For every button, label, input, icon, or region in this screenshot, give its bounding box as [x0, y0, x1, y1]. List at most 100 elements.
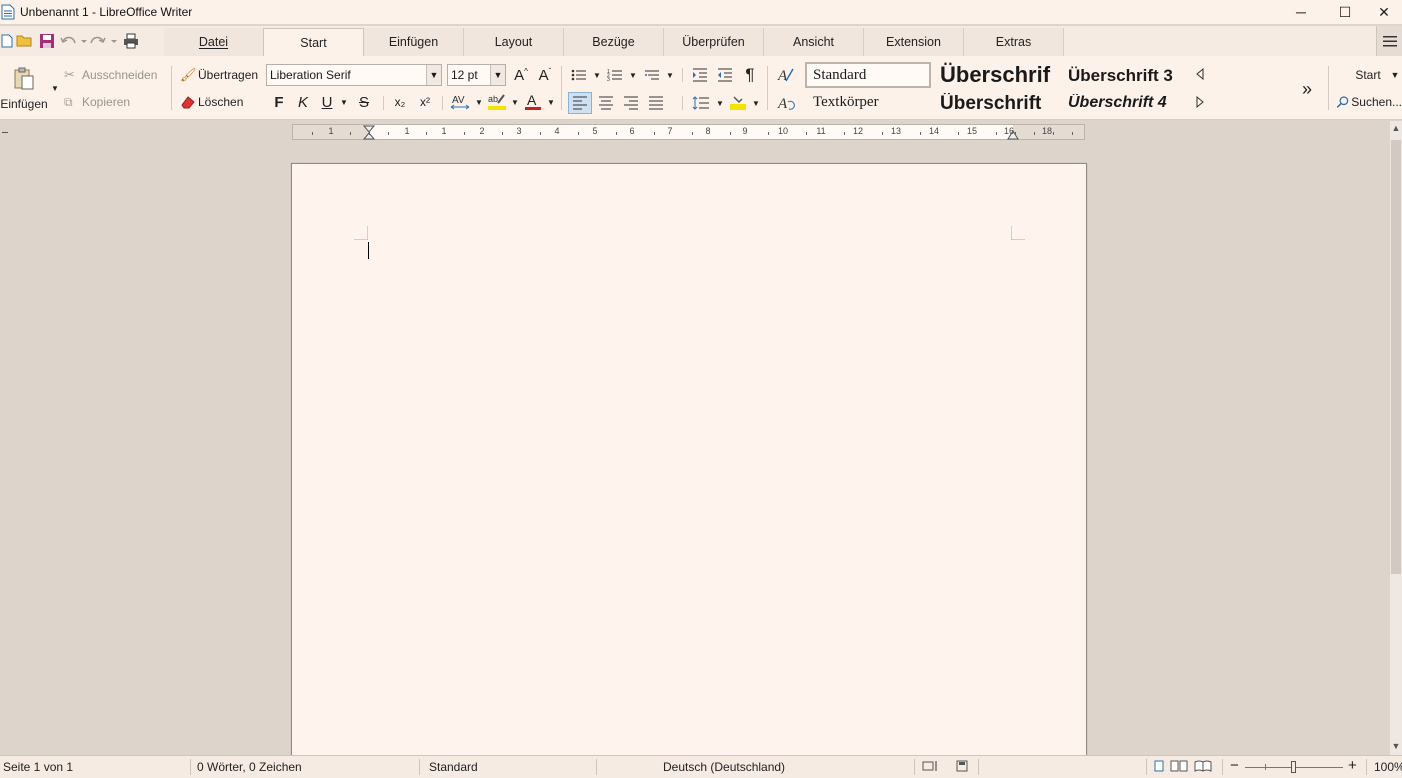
update-style-button[interactable]: A [774, 92, 798, 114]
numbered-list-dropdown[interactable]: ▼ [627, 67, 639, 83]
tab-start[interactable]: Start [263, 28, 364, 57]
more-options-button[interactable]: » [1296, 78, 1318, 100]
copy-button[interactable]: ⧉ Kopieren [64, 92, 164, 112]
numbered-list-button[interactable]: 123 [604, 65, 626, 85]
paste-dropdown[interactable]: ▼ [49, 82, 61, 94]
font-color-button[interactable]: A [522, 92, 544, 112]
font-name-dropdown[interactable]: ▼ [426, 65, 441, 85]
tab-bezuege[interactable]: Bezüge [564, 28, 664, 56]
bullet-list-dropdown[interactable]: ▼ [591, 67, 603, 83]
style-standard[interactable]: Standard [805, 62, 931, 88]
save-button[interactable] [36, 30, 58, 52]
close-button[interactable]: ✕ [1366, 0, 1402, 24]
new-document-button[interactable] [0, 30, 14, 52]
paste-button[interactable] [12, 66, 36, 92]
set-paragraph-style-button[interactable]: A [774, 64, 798, 86]
single-page-view-icon[interactable] [1154, 760, 1164, 772]
ruler-tick [1015, 132, 1016, 135]
style-heading-4[interactable]: Überschrift 4 [1068, 94, 1192, 116]
font-size-dropdown[interactable]: ▼ [490, 65, 505, 85]
ruler-number: 1 [404, 126, 410, 136]
align-left-button[interactable] [568, 92, 592, 114]
decrease-indent-button[interactable] [714, 65, 736, 85]
underline-button[interactable]: U [318, 92, 336, 112]
outline-list-button[interactable] [641, 65, 663, 85]
start-menu-dropdown[interactable]: ▼ [1389, 67, 1401, 83]
zoom-out-button[interactable]: − [1230, 757, 1239, 774]
tab-ueberpruefen[interactable]: Überprüfen [664, 28, 764, 56]
tab-label: Layout [494, 35, 533, 49]
outline-list-dropdown[interactable]: ▼ [664, 67, 676, 83]
maximize-button[interactable]: ☐ [1322, 0, 1368, 24]
justify-button[interactable] [644, 92, 668, 114]
paragraph-background-dropdown[interactable]: ▼ [750, 95, 762, 111]
minimize-button[interactable]: ─ [1278, 0, 1324, 24]
book-view-icon[interactable] [1194, 760, 1212, 772]
document-page[interactable] [291, 163, 1087, 763]
font-name-combo[interactable]: Liberation Serif ▼ [266, 64, 442, 86]
align-center-button[interactable] [594, 92, 618, 114]
shrink-font-button[interactable]: Aˇ [535, 64, 555, 86]
zoom-in-button[interactable]: + [1348, 757, 1357, 774]
tab-extras[interactable]: Extras [964, 28, 1064, 56]
chevron-down-icon: ▼ [51, 83, 59, 93]
redo-button[interactable] [88, 30, 118, 52]
bullet-list-button[interactable] [568, 65, 590, 85]
clear-formatting-button[interactable]: Löschen [180, 92, 262, 112]
page-count[interactable]: Seite 1 von 1 [3, 760, 73, 774]
font-size-combo[interactable]: 12 pt ▼ [447, 64, 506, 86]
style-heading-2[interactable]: Überschrift [940, 93, 1056, 117]
tab-datei[interactable]: Datei [164, 28, 264, 56]
tab-extension[interactable]: Extension [864, 28, 964, 56]
style-heading-3[interactable]: Überschrift 3 [1068, 66, 1192, 88]
zoom-slider-handle[interactable] [1291, 761, 1296, 773]
styles-scroll-up[interactable] [1193, 65, 1207, 83]
subscript-button[interactable]: x₂ [390, 92, 410, 112]
page-style[interactable]: Standard [429, 760, 478, 774]
open-button[interactable] [14, 30, 36, 52]
bold-button[interactable]: F [270, 92, 288, 112]
text-language[interactable]: Deutsch (Deutschland) [663, 760, 785, 774]
style-heading-1[interactable]: Überschrif [940, 62, 1062, 90]
styles-scroll-down[interactable] [1193, 93, 1207, 111]
cut-button[interactable]: ✂ Ausschneiden [64, 65, 164, 85]
highlight-dropdown[interactable]: ▼ [509, 94, 521, 110]
paragraph-background-button[interactable] [727, 92, 749, 114]
scroll-up-arrow-icon[interactable]: ▲ [1390, 123, 1402, 135]
menu-button[interactable] [1376, 26, 1402, 56]
spacing-dropdown[interactable]: ▼ [473, 94, 485, 110]
character-spacing-button[interactable]: AV [449, 92, 471, 112]
tab-layout[interactable]: Layout [464, 28, 564, 56]
strikethrough-button[interactable]: S [355, 92, 373, 112]
underline-dropdown[interactable]: ▼ [338, 94, 350, 110]
align-right-button[interactable] [619, 92, 643, 114]
undo-button[interactable] [58, 30, 88, 52]
print-button[interactable] [118, 30, 144, 52]
scrollbar-thumb[interactable] [1391, 140, 1401, 574]
scroll-down-arrow-icon[interactable]: ▼ [1390, 741, 1402, 753]
highlight-button[interactable]: ab [486, 92, 508, 112]
zoom-level[interactable]: 100% [1374, 760, 1402, 774]
tab-einfuegen[interactable]: Einfügen [364, 28, 464, 56]
insert-mode-indicator[interactable] [922, 759, 940, 776]
italic-button[interactable]: K [294, 92, 312, 112]
superscript-button[interactable]: x² [415, 92, 435, 112]
horizontal-ruler[interactable]: 1 1 1 2 3 4 5 6 7 8 9 10 11 12 13 14 15 16 18 [292, 124, 1085, 140]
formatting-marks-button[interactable]: ¶ [740, 64, 760, 86]
word-count[interactable]: 0 Wörter, 0 Zeichen [197, 760, 302, 774]
style-body-text[interactable]: Textkörper [805, 91, 931, 113]
line-spacing-button[interactable] [689, 92, 713, 114]
find-button[interactable]: Suchen... [1336, 92, 1402, 112]
undo-icon [60, 36, 87, 44]
line-spacing-dropdown[interactable]: ▼ [714, 95, 726, 111]
document-modified-indicator[interactable] [956, 759, 968, 776]
paste-label[interactable]: Einfügen [0, 96, 48, 112]
increase-indent-button[interactable] [689, 65, 711, 85]
multi-page-view-icon[interactable] [1170, 760, 1188, 772]
vertical-scrollbar[interactable]: ▲ ▼ [1390, 121, 1402, 755]
grow-font-button[interactable]: A^ [511, 64, 531, 86]
clone-formatting-button[interactable]: 🖌 Übertragen [180, 65, 262, 85]
font-color-dropdown[interactable]: ▼ [545, 94, 557, 110]
tab-ansicht[interactable]: Ansicht [764, 28, 864, 56]
start-menu-button[interactable]: Start [1348, 65, 1388, 85]
